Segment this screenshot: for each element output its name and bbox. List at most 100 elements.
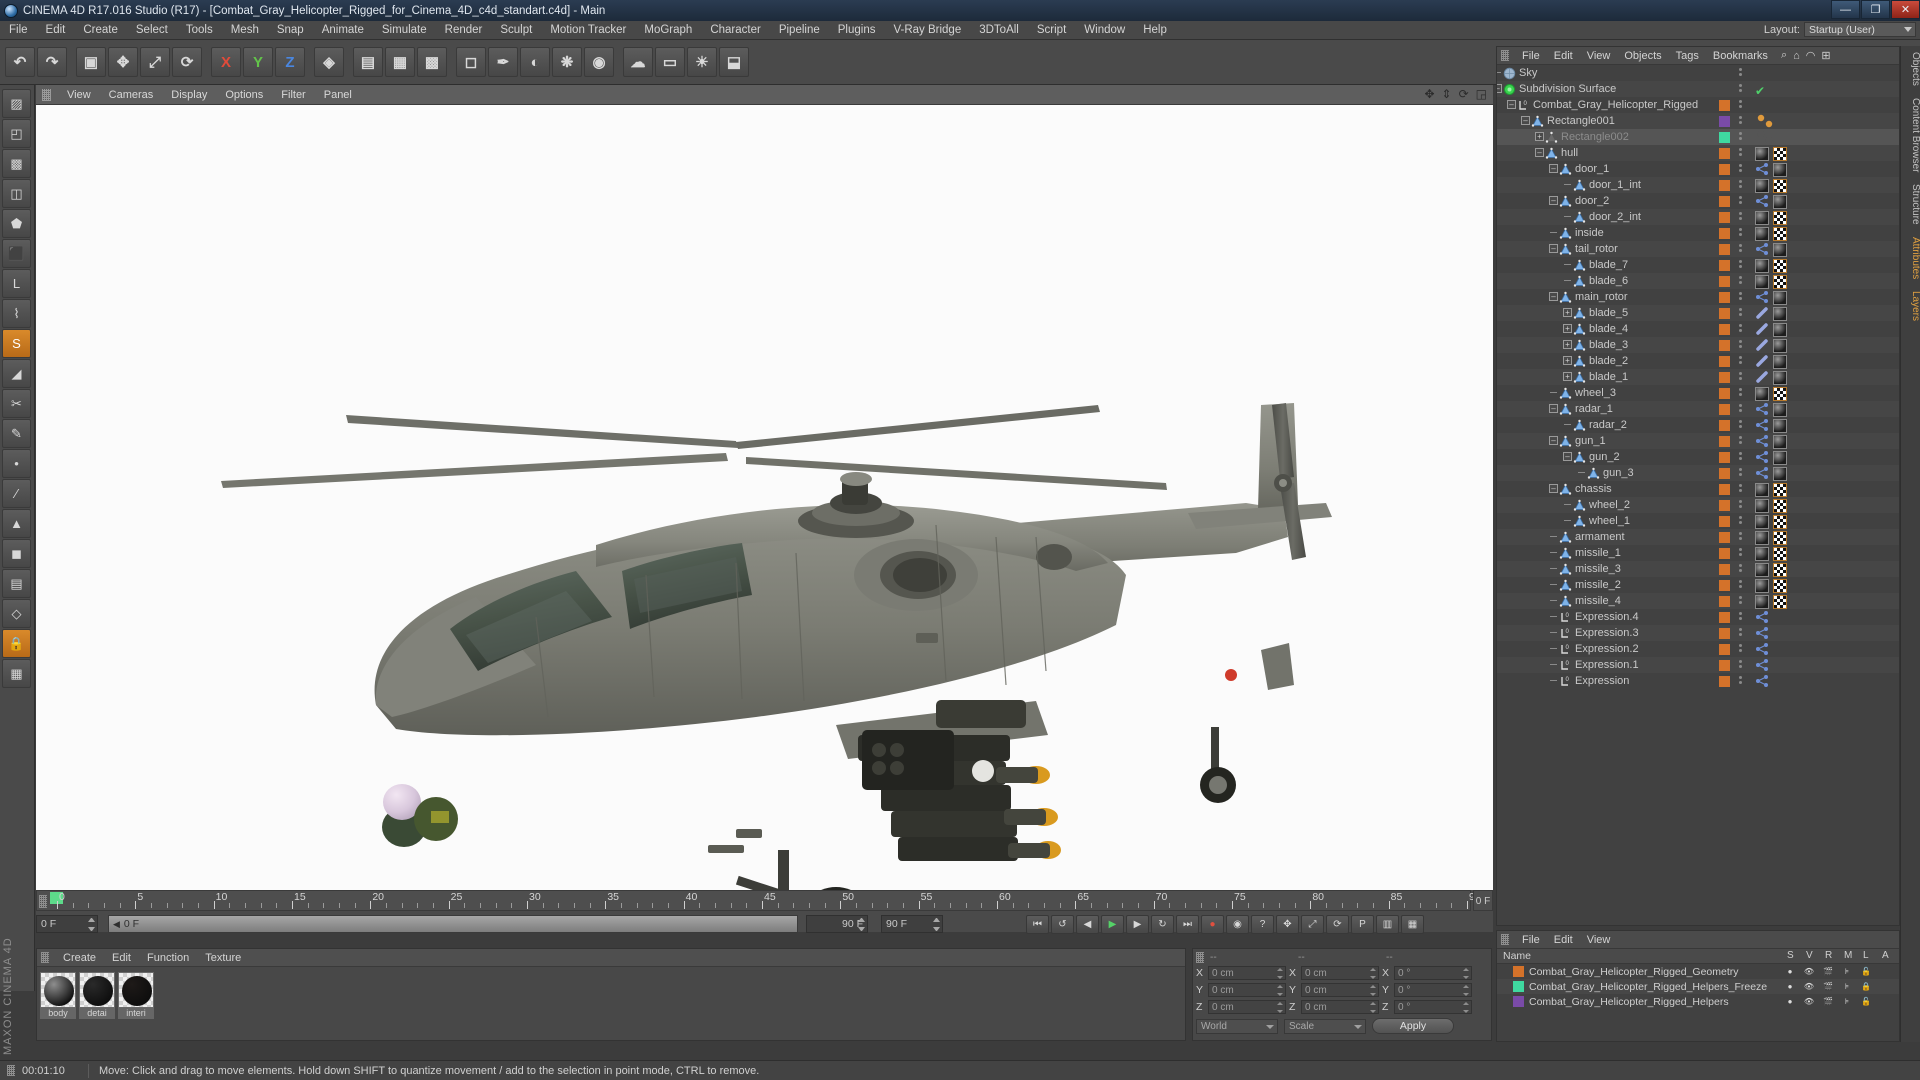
- object-row[interactable]: – gun_1: [1497, 433, 1899, 449]
- layer-color-swatch[interactable]: [1719, 644, 1730, 655]
- transport-step-back-button[interactable]: ◀: [1076, 915, 1099, 934]
- material-tag-icon[interactable]: [1755, 179, 1769, 193]
- material-tag-icon[interactable]: [1755, 579, 1769, 593]
- texture-tag-icon[interactable]: [1773, 499, 1787, 513]
- transport-param-key-button[interactable]: P: [1351, 915, 1374, 934]
- viewport-menu-options[interactable]: Options: [216, 89, 272, 101]
- object-row[interactable]: 0 Expression.3: [1497, 625, 1899, 641]
- object-row[interactable]: – 0 Combat_Gray_Helicopter_Rigged: [1497, 97, 1899, 113]
- layer-color-swatch[interactable]: [1719, 676, 1730, 687]
- menu-item-motion-tracker[interactable]: Motion Tracker: [541, 21, 635, 40]
- object-row[interactable]: – Rectangle001: [1497, 113, 1899, 129]
- transport-goto-start-button[interactable]: ⏮: [1026, 915, 1049, 934]
- toolbar-array-button[interactable]: ❋: [552, 47, 582, 77]
- object-row[interactable]: blade_6: [1497, 273, 1899, 289]
- layer-row[interactable]: Combat_Gray_Helicopter_Rigged_Helpers_Fr…: [1497, 979, 1899, 994]
- layer-color-swatch[interactable]: [1719, 548, 1730, 559]
- object-row[interactable]: 0 Expression.2: [1497, 641, 1899, 657]
- layer-color-swatch[interactable]: [1719, 132, 1730, 143]
- home-icon[interactable]: ⌂: [1793, 50, 1800, 62]
- menu-item-file[interactable]: File: [0, 21, 37, 40]
- toolbar-scale-button[interactable]: ⤢: [140, 47, 170, 77]
- transport-play-forward-loop-button[interactable]: ↻: [1151, 915, 1174, 934]
- toolbar-rotate-button[interactable]: ⟳: [172, 47, 202, 77]
- layer-color-swatch[interactable]: [1719, 244, 1730, 255]
- material-swatch[interactable]: [79, 972, 115, 1008]
- toolbar-deformer-button[interactable]: ◉: [584, 47, 614, 77]
- object-row[interactable]: – hull: [1497, 145, 1899, 161]
- layer-color-swatch[interactable]: [1719, 564, 1730, 575]
- visibility-dots[interactable]: [1739, 308, 1743, 318]
- object-row[interactable]: 0 Expression: [1497, 673, 1899, 689]
- material-swatch[interactable]: [118, 972, 154, 1008]
- om-menu-tags[interactable]: Tags: [1669, 50, 1706, 62]
- texture-tag-icon[interactable]: [1773, 259, 1787, 273]
- texture-tag-icon[interactable]: [1773, 515, 1787, 529]
- object-row[interactable]: wheel_2: [1497, 497, 1899, 513]
- stepper-icon[interactable]: [1277, 985, 1283, 996]
- material-tag-icon[interactable]: [1755, 483, 1769, 497]
- stepper-icon[interactable]: [1463, 985, 1469, 996]
- om-menu-bookmarks[interactable]: Bookmarks: [1706, 50, 1775, 62]
- visibility-dots[interactable]: [1739, 484, 1743, 494]
- lefttool-model-mode-button[interactable]: ◼: [2, 539, 31, 568]
- viewport-3d[interactable]: [36, 105, 1493, 890]
- visible-toggle[interactable]: 👁: [1803, 981, 1815, 992]
- object-row[interactable]: missile_4: [1497, 593, 1899, 609]
- texture-tag-icon[interactable]: [1773, 275, 1787, 289]
- object-row[interactable]: wheel_3: [1497, 385, 1899, 401]
- tree-expander-minus[interactable]: –: [1549, 404, 1558, 413]
- material-tag-icon[interactable]: [1773, 339, 1787, 353]
- visibility-dots[interactable]: [1739, 132, 1743, 142]
- toolbar-nurbs-button[interactable]: ◐: [520, 47, 550, 77]
- visibility-dots[interactable]: [1739, 180, 1743, 190]
- visibility-dots[interactable]: [1739, 660, 1743, 670]
- transport-rotation-key-button[interactable]: ⟳: [1326, 915, 1349, 934]
- material-tag-icon[interactable]: [1773, 243, 1787, 257]
- texture-tag-icon[interactable]: [1773, 211, 1787, 225]
- solo-toggle[interactable]: ●: [1784, 981, 1796, 992]
- solo-toggle[interactable]: ●: [1784, 996, 1796, 1007]
- lock-toggle[interactable]: 🔒: [1860, 981, 1872, 992]
- texture-tag-icon[interactable]: [1773, 179, 1787, 193]
- size-y-field[interactable]: 0 cm: [1301, 983, 1379, 997]
- material-tag-icon[interactable]: [1773, 323, 1787, 337]
- material-tag-icon[interactable]: [1755, 563, 1769, 577]
- material-tag-icon[interactable]: [1755, 147, 1769, 161]
- transport-autokey-button[interactable]: ◉: [1226, 915, 1249, 934]
- object-row[interactable]: – Subdivision Surface ✔: [1497, 81, 1899, 98]
- layer-color-swatch[interactable]: [1719, 196, 1730, 207]
- visibility-dots[interactable]: [1739, 596, 1743, 606]
- toolbar-render-region-button[interactable]: ▦: [385, 47, 415, 77]
- lefttool-grid-tool-button[interactable]: ▦: [2, 659, 31, 688]
- layer-row[interactable]: Combat_Gray_Helicopter_Rigged_Helpers ● 👁 🎬…: [1497, 994, 1899, 1009]
- object-row[interactable]: gun_3: [1497, 465, 1899, 481]
- menu-item-snap[interactable]: Snap: [268, 21, 313, 40]
- tree-expander-minus[interactable]: –: [1549, 244, 1558, 253]
- visibility-dots[interactable]: [1739, 356, 1743, 366]
- menu-item-character[interactable]: Character: [701, 21, 770, 40]
- lock-toggle[interactable]: 🔓: [1860, 996, 1872, 1007]
- viewport-menu-panel[interactable]: Panel: [315, 89, 361, 101]
- panel-grip-icon[interactable]: [41, 952, 49, 963]
- layer-color-swatch[interactable]: [1719, 276, 1730, 287]
- material-tag-icon[interactable]: [1755, 499, 1769, 513]
- lefttool-brush-tool-button[interactable]: ✎: [2, 419, 31, 448]
- move-view-icon[interactable]: ✥: [1424, 87, 1434, 101]
- viewport-menu-filter[interactable]: Filter: [272, 89, 314, 101]
- layer-color-swatch[interactable]: [1719, 532, 1730, 543]
- material-tag-icon[interactable]: [1773, 403, 1787, 417]
- ellipse-icon[interactable]: ◠: [1806, 49, 1816, 62]
- layer-color-swatch[interactable]: [1719, 612, 1730, 623]
- texture-tag-icon[interactable]: [1773, 227, 1787, 241]
- visibility-dots[interactable]: [1739, 116, 1743, 126]
- object-row[interactable]: wheel_1: [1497, 513, 1899, 529]
- menu-item-render[interactable]: Render: [436, 21, 492, 40]
- texture-tag-icon[interactable]: [1773, 547, 1787, 561]
- lefttool-checker-tool-button[interactable]: ▩: [2, 149, 31, 178]
- menu-item-edit[interactable]: Edit: [37, 21, 75, 40]
- transport-keyframe-selection-button[interactable]: ?: [1251, 915, 1274, 934]
- apply-button[interactable]: Apply: [1372, 1018, 1454, 1034]
- layer-menu-edit[interactable]: Edit: [1547, 934, 1580, 946]
- material-tag-icon[interactable]: [1773, 163, 1787, 177]
